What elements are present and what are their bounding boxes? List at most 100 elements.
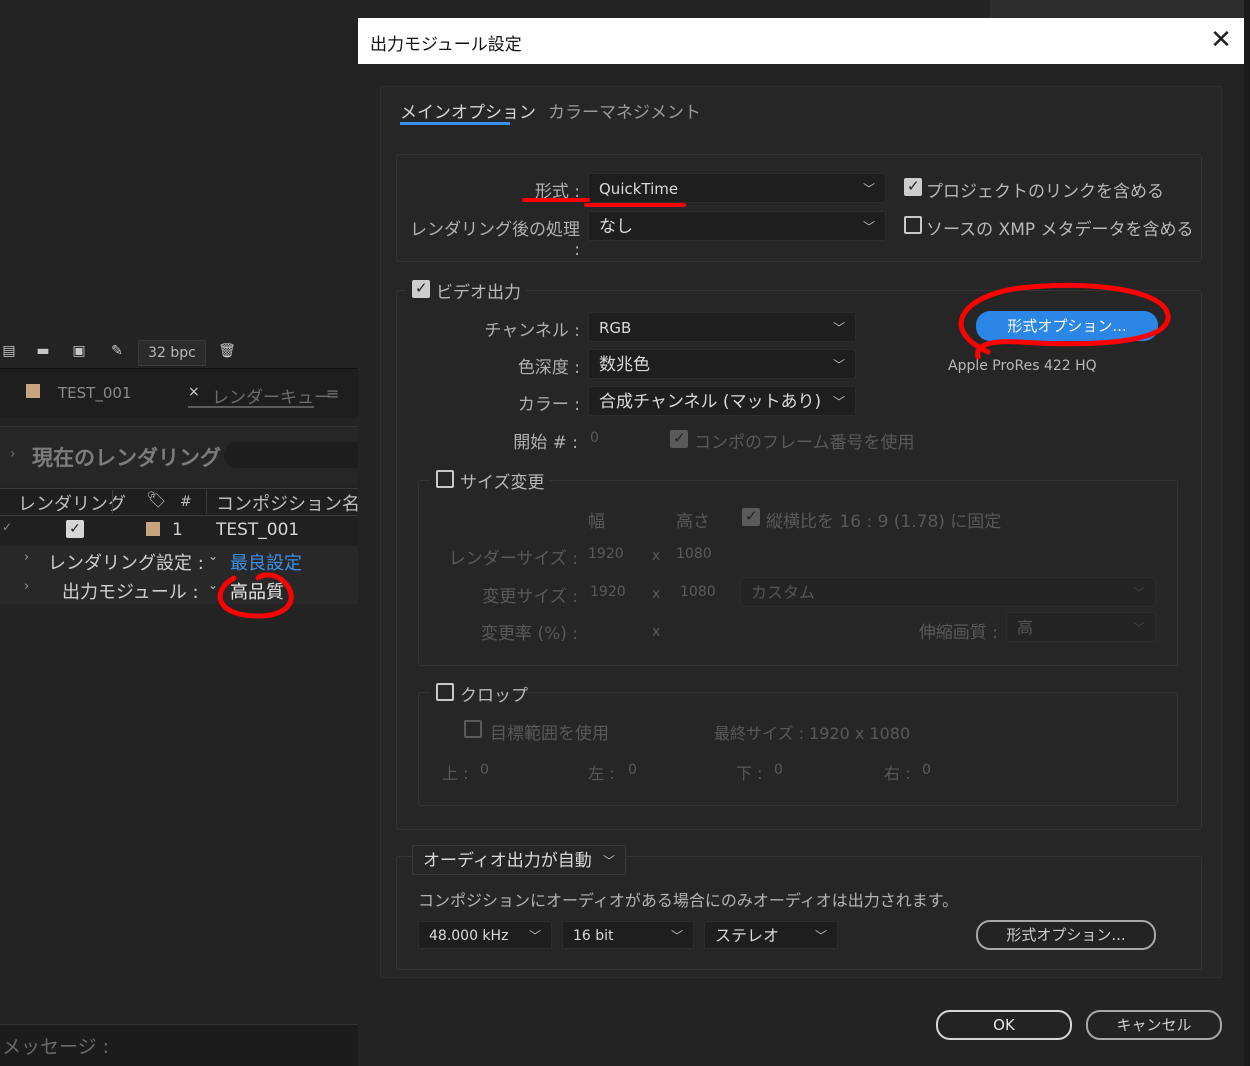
close-icon[interactable]: ×: [188, 384, 200, 400]
ok-button[interactable]: OK: [936, 1010, 1072, 1040]
panel-menu-icon[interactable]: ≡: [326, 384, 339, 403]
use-roi-checkbox[interactable]: [464, 720, 482, 738]
post-render-select[interactable]: なし ﹀: [588, 211, 886, 241]
crop-top-value[interactable]: 0: [480, 762, 489, 778]
audio-output-select[interactable]: オーディオ出力が自動 ﹀: [412, 845, 626, 875]
panel-icon[interactable]: ▤: [0, 343, 18, 359]
resize-preset-value: カスタム: [751, 583, 816, 602]
chevron-down-icon[interactable]: ⌄: [208, 549, 218, 563]
background-panel: [0, 604, 358, 1024]
audio-rate-select[interactable]: 48.000 kHz ﹀: [418, 921, 552, 949]
tab-main-options[interactable]: メインオプション: [400, 98, 536, 123]
render-settings-link[interactable]: 最良設定: [230, 549, 302, 575]
depth-label: 色深度 :: [517, 358, 580, 378]
depth-select[interactable]: 数兆色 ﹀: [588, 349, 856, 379]
output-module-link[interactable]: 高品質: [230, 578, 284, 604]
use-comp-frame-checkbox[interactable]: [670, 429, 688, 448]
channel-label: チャンネル :: [484, 321, 580, 341]
include-xmp-checkbox[interactable]: [904, 216, 922, 234]
audio-bits-value: 16 bit: [573, 928, 614, 944]
lock-aspect-checkbox[interactable]: [742, 507, 760, 526]
format-value: QuickTime: [599, 180, 679, 198]
active-tab-indicator: [400, 122, 510, 125]
tag-icon[interactable]: 🏷: [146, 490, 166, 509]
final-size-label: 最終サイズ : 1920 x 1080: [714, 724, 911, 743]
audio-note: コンポジションにオーディオがある場合にのみオーディオは出力されます。: [418, 891, 959, 910]
video-output-label: ビデオ出力: [436, 283, 521, 303]
times-label: x: [652, 586, 661, 602]
resize-preset-select[interactable]: カスタム ﹀: [740, 577, 1156, 607]
format-select[interactable]: QuickTime ﹀: [588, 173, 886, 203]
audio-bits-select[interactable]: 16 bit ﹀: [562, 921, 694, 949]
audio-format-options-button[interactable]: 形式オプション...: [976, 920, 1156, 950]
stretch-quality-label: 伸縮画質 :: [918, 623, 998, 643]
times-label: x: [652, 548, 661, 564]
folder-icon[interactable]: ▬: [34, 343, 52, 359]
audio-output-value: オーディオ出力が自動: [423, 851, 592, 871]
tab-test-001[interactable]: TEST_001: [58, 384, 131, 402]
tab-render-queue[interactable]: レンダーキュー: [212, 383, 331, 408]
render-progress-bar: [224, 442, 358, 468]
audio-channels-value: ステレオ: [715, 926, 780, 945]
crop-left-value[interactable]: 0: [628, 762, 637, 778]
start-frame-label: 開始 # :: [513, 433, 578, 453]
chevron-down-icon: ﹀: [862, 182, 875, 196]
tab-color-management[interactable]: カラーマネジメント: [548, 98, 701, 123]
post-render-label: レンダリング後の処理 :: [410, 220, 580, 260]
include-project-link-checkbox[interactable]: [904, 177, 922, 196]
use-roi-label: 目標範囲を使用: [490, 724, 609, 744]
chevron-down-icon: ﹀: [602, 854, 615, 868]
color-value: 合成チャンネル (マットあり): [599, 392, 822, 412]
crop-right-value[interactable]: 0: [922, 762, 931, 778]
video-format-options-button[interactable]: 形式オプション...: [976, 311, 1158, 341]
lock-aspect-label: 縦横比を 16 : 9 (1.78) に固定: [766, 512, 1002, 532]
crop-top-label: 上 :: [442, 764, 469, 783]
close-icon[interactable]: ✕: [1206, 24, 1236, 56]
color-select[interactable]: 合成チャンネル (マットあり) ﹀: [588, 386, 856, 416]
header-render[interactable]: レンダリング: [18, 490, 126, 516]
audio-channels-select[interactable]: ステレオ ﹀: [704, 921, 838, 949]
resize-height[interactable]: 1080: [680, 584, 716, 600]
trash-icon[interactable]: 🗑: [218, 343, 236, 359]
depth-value: 数兆色: [599, 355, 650, 375]
crop-group: [418, 692, 1178, 806]
film-icon[interactable]: ▣: [70, 343, 88, 359]
brush-icon[interactable]: ✎: [108, 343, 126, 359]
resize-to-label: 変更サイズ :: [482, 587, 578, 607]
resize-checkbox[interactable]: [436, 470, 454, 488]
chevron-down-icon: ﹀: [814, 929, 827, 943]
resize-width[interactable]: 1920: [590, 584, 626, 600]
background-panel: [0, 0, 358, 340]
chevron-right-icon[interactable]: ›: [24, 550, 29, 565]
expand-chevron-icon[interactable]: ✓: [2, 520, 12, 534]
cancel-button[interactable]: キャンセル: [1086, 1010, 1222, 1040]
use-comp-frame-label: コンポのフレーム番号を使用: [694, 433, 915, 453]
chevron-down-icon: ﹀: [670, 929, 683, 943]
start-frame-value[interactable]: 0: [590, 430, 599, 446]
crop-label: クロップ: [460, 686, 528, 706]
chevron-right-icon[interactable]: ›: [24, 579, 29, 594]
channel-select[interactable]: RGB ﹀: [588, 312, 856, 342]
times-label: x: [652, 624, 661, 640]
format-label: 形式 :: [534, 182, 580, 202]
chevron-down-icon[interactable]: ⌄: [208, 578, 218, 592]
crop-checkbox[interactable]: [436, 683, 454, 701]
render-checkbox[interactable]: ✓: [66, 520, 84, 538]
current-render-label: 現在のレンダリング: [32, 446, 221, 470]
crop-bottom-value[interactable]: 0: [774, 762, 783, 778]
bpc-button[interactable]: 32 bpc: [138, 340, 206, 366]
crop-left-label: 左 :: [588, 764, 615, 783]
chevron-down-icon: ﹀: [1132, 621, 1145, 635]
crop-right-label: 右 :: [884, 764, 911, 783]
post-render-value: なし: [599, 217, 633, 237]
stretch-quality-select[interactable]: 高 ﹀: [1006, 612, 1156, 642]
chevron-down-icon: ﹀: [832, 395, 845, 409]
channel-value: RGB: [599, 319, 632, 337]
header-comp-name[interactable]: コンポジション名: [216, 490, 360, 516]
active-tab-indicator: [188, 406, 314, 408]
header-number[interactable]: #: [180, 494, 192, 510]
video-output-checkbox[interactable]: [412, 279, 430, 298]
comp-color-swatch: [26, 384, 40, 398]
chevron-right-icon[interactable]: ›: [10, 446, 16, 462]
message-label: メッセージ :: [2, 1036, 110, 1058]
